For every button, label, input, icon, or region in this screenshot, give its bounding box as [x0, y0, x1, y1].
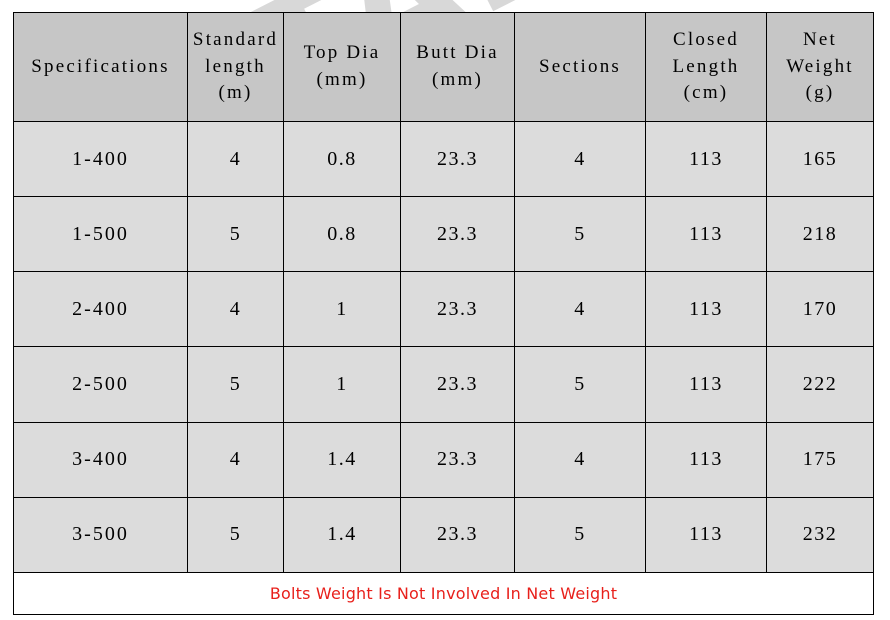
- cell-specifications: 3-400: [13, 421, 188, 498]
- cell-standard-length: 5: [187, 196, 284, 273]
- cell-net-weight: 218: [766, 196, 874, 273]
- cell-sections: 4: [514, 271, 646, 348]
- cell-standard-length: 4: [187, 271, 284, 348]
- header-line-unit: (mm): [431, 69, 483, 90]
- header-row: Specifications Standard length (m) Top D…: [13, 12, 874, 122]
- cell-butt-dia: 23.3: [400, 120, 515, 198]
- cell-butt-dia: 23.3: [400, 346, 515, 423]
- cell-net-weight: 175: [766, 421, 874, 498]
- header-line: Standard: [192, 28, 279, 50]
- cell-butt-dia: 23.3: [400, 496, 515, 574]
- header-cell-top-dia: Top Dia (mm): [283, 12, 401, 122]
- table-footer: Bolts Weight Is Not Involved In Net Weig…: [13, 572, 874, 615]
- cell-top-dia: 1.4: [283, 496, 401, 574]
- cell-sections: 5: [514, 346, 646, 423]
- cell-standard-length: 5: [187, 496, 284, 574]
- cell-net-weight: 232: [766, 496, 874, 574]
- table-body: 1-400 4 0.8 23.3 4 113 165 1-500 5 0.8 2…: [13, 120, 874, 574]
- header-line: length: [205, 55, 266, 77]
- cell-net-weight: 170: [766, 271, 874, 348]
- header-line: Net: [802, 28, 838, 50]
- header-cell-standard-length: Standard length (m): [187, 12, 284, 122]
- table-row: 1-400 4 0.8 23.3 4 113 165: [13, 120, 874, 198]
- cell-standard-length: 4: [187, 421, 284, 498]
- cell-closed-length: 113: [645, 496, 767, 574]
- table-header: Specifications Standard length (m) Top D…: [13, 12, 874, 122]
- cell-specifications: 1-400: [13, 120, 188, 198]
- cell-top-dia: 1: [283, 271, 401, 348]
- header-line: Top Dia: [303, 42, 381, 64]
- cell-standard-length: 5: [187, 346, 284, 423]
- cell-butt-dia: 23.3: [400, 271, 515, 348]
- table-row: 3-500 5 1.4 23.3 5 113 232: [13, 496, 874, 574]
- header-line-unit: (g): [805, 82, 835, 104]
- header-cell-specifications: Specifications: [13, 12, 188, 122]
- cell-closed-length: 113: [645, 346, 767, 423]
- table-row: 2-500 5 1 23.3 5 113 222: [13, 346, 874, 423]
- table-row: 3-400 4 1.4 23.3 4 113 175: [13, 421, 874, 498]
- footer-row: Bolts Weight Is Not Involved In Net Weig…: [13, 572, 874, 615]
- header-line: Specifications: [31, 55, 170, 77]
- header-cell-butt-dia: Butt Dia (mm): [400, 12, 515, 122]
- header-line: Sections: [539, 55, 621, 77]
- cell-top-dia: 1: [283, 346, 401, 423]
- cell-top-dia: 1.4: [283, 421, 401, 498]
- cell-butt-dia: 23.3: [400, 196, 515, 273]
- cell-closed-length: 113: [645, 196, 767, 273]
- header-line: Weight: [786, 55, 854, 77]
- cell-closed-length: 113: [645, 421, 767, 498]
- header-line-unit: (mm): [316, 69, 368, 90]
- cell-specifications: 2-500: [13, 346, 188, 423]
- cell-specifications: 1-500: [13, 196, 188, 273]
- cell-closed-length: 113: [645, 271, 767, 348]
- cell-butt-dia: 23.3: [400, 421, 515, 498]
- cell-standard-length: 4: [187, 120, 284, 198]
- cell-closed-length: 113: [645, 120, 767, 198]
- header-line-unit: (cm): [683, 82, 729, 104]
- cell-specifications: 3-500: [13, 496, 188, 574]
- specification-table: Specifications Standard length (m) Top D…: [13, 12, 874, 615]
- cell-net-weight: 222: [766, 346, 874, 423]
- header-line-unit: (m): [218, 82, 253, 104]
- header-line: Butt Dia: [416, 42, 499, 64]
- cell-top-dia: 0.8: [283, 196, 401, 273]
- table-row: 1-500 5 0.8 23.3 5 113 218: [13, 196, 874, 273]
- cell-sections: 5: [514, 496, 646, 574]
- header-line: Length: [672, 55, 740, 77]
- cell-specifications: 2-400: [13, 271, 188, 348]
- cell-sections: 4: [514, 421, 646, 498]
- cell-sections: 5: [514, 196, 646, 273]
- cell-sections: 4: [514, 120, 646, 198]
- header-cell-net-weight: Net Weight (g): [766, 12, 874, 122]
- header-line: Closed: [673, 28, 739, 50]
- specification-table-container: Specifications Standard length (m) Top D…: [13, 12, 874, 615]
- cell-top-dia: 0.8: [283, 120, 401, 198]
- header-cell-closed-length: Closed Length (cm): [645, 12, 767, 122]
- header-cell-sections: Sections: [514, 12, 646, 122]
- cell-net-weight: 165: [766, 120, 874, 198]
- footer-note: Bolts Weight Is Not Involved In Net Weig…: [13, 572, 874, 615]
- table-row: 2-400 4 1 23.3 4 113 170: [13, 271, 874, 348]
